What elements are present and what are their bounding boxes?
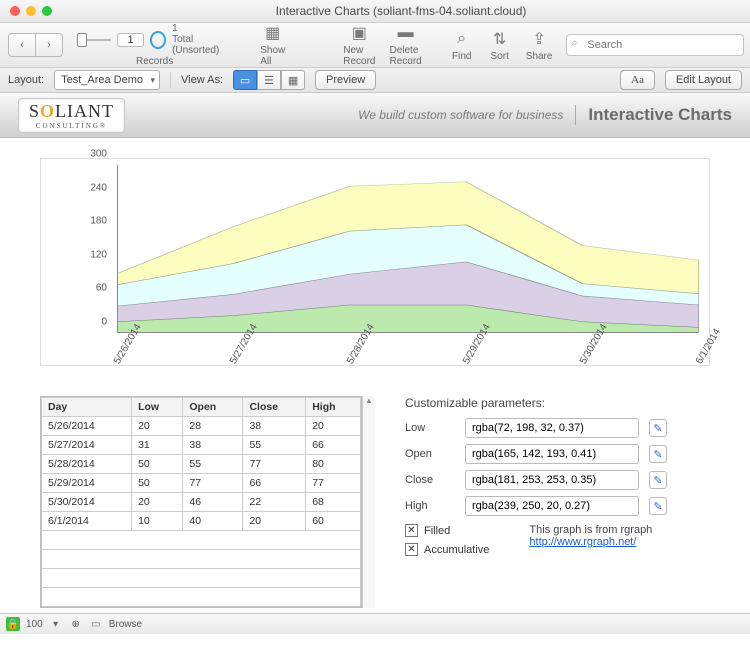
next-record-button[interactable]: ›: [36, 33, 63, 57]
table-header: Low: [132, 398, 183, 417]
param-close-label: Close: [405, 474, 455, 486]
preview-button[interactable]: Preview: [315, 70, 376, 90]
table-row[interactable]: 6/1/201410402060: [42, 512, 361, 531]
records-widget: 1 1 Total (Unsorted) Records: [77, 23, 232, 67]
soliant-logo: SOLIANT CONSULTING®: [18, 98, 125, 133]
text-format-button[interactable]: Aa: [620, 70, 655, 90]
table-row[interactable]: 5/26/201420283820: [42, 417, 361, 436]
show-all-button[interactable]: ▦ Show All: [260, 23, 285, 67]
window-titlebar: Interactive Charts (soliant-fms-04.solia…: [0, 0, 750, 23]
records-label: Records: [136, 56, 173, 67]
new-record-button[interactable]: ▣ New Record: [343, 23, 375, 67]
share-button[interactable]: ⇪ Share: [526, 29, 553, 62]
find-button[interactable]: ⌕ Find: [450, 29, 474, 62]
search-input[interactable]: [566, 34, 744, 56]
search-area: ⌕: [566, 34, 744, 56]
edit-layout-button[interactable]: Edit Layout: [665, 70, 742, 90]
data-table: DayLowOpenCloseHigh5/26/2014202838205/27…: [41, 397, 361, 607]
status-icon[interactable]: ▭: [89, 617, 103, 631]
close-window-button[interactable]: [10, 6, 20, 16]
delete-record-icon: ▬: [394, 23, 418, 43]
records-total-label: 1 Total (Unsorted): [172, 23, 232, 56]
credit-text: This graph is from rgraph http://www.rgr…: [529, 524, 652, 548]
view-list-button[interactable]: ☰: [257, 70, 281, 90]
table-row[interactable]: 5/29/201450776677: [42, 474, 361, 493]
zoom-level[interactable]: 100: [26, 619, 43, 630]
view-as-toggle: ▭ ☰ ▦: [233, 70, 305, 90]
show-all-icon: ▦: [261, 23, 285, 43]
eyedropper-icon[interactable]: ✎: [649, 497, 667, 515]
app-header: SOLIANT CONSULTING® We build custom soft…: [0, 93, 750, 138]
filled-checkbox[interactable]: ✕Filled: [405, 524, 489, 537]
layout-label: Layout:: [8, 74, 44, 86]
zoom-menu-icon[interactable]: ▾: [49, 617, 63, 631]
params-heading: Customizable parameters:: [405, 396, 710, 410]
main-toolbar: ‹ › 1 1 Total (Unsorted) Records ▦ Show …: [0, 23, 750, 68]
new-record-icon: ▣: [347, 23, 371, 43]
delete-record-button[interactable]: ▬ Delete Record: [389, 23, 421, 67]
eyedropper-icon[interactable]: ✎: [649, 471, 667, 489]
table-header: Close: [243, 398, 306, 417]
zoom-window-button[interactable]: [42, 6, 52, 16]
lock-icon[interactable]: 🔒: [6, 617, 20, 631]
table-row[interactable]: 5/27/201431385566: [42, 436, 361, 455]
eyedropper-icon[interactable]: ✎: [649, 419, 667, 437]
table-header: Day: [42, 398, 132, 417]
view-form-button[interactable]: ▭: [233, 70, 257, 90]
eyedropper-icon[interactable]: ✎: [649, 445, 667, 463]
find-icon: ⌕: [450, 29, 474, 49]
param-open-input[interactable]: [465, 444, 639, 464]
content-area: 060120180240300 5/26/20145/27/20145/28/2…: [0, 138, 750, 638]
table-header: High: [306, 398, 361, 417]
table-header: Open: [183, 398, 243, 417]
view-as-label: View As:: [181, 74, 223, 86]
layout-select[interactable]: Test_Area Demo: [54, 70, 160, 90]
sort-icon: ⇅: [488, 29, 512, 49]
tagline: We build custom software for business: [358, 108, 563, 122]
area-chart: 060120180240300 5/26/20145/27/20145/28/2…: [40, 158, 710, 366]
params-panel: Customizable parameters: Low ✎ Open ✎ Cl…: [405, 396, 710, 556]
sort-button[interactable]: ⇅ Sort: [488, 29, 512, 62]
record-nav-buttons: ‹ ›: [8, 33, 63, 57]
accumulative-checkbox[interactable]: ✕Accumulative: [405, 543, 489, 556]
chart-svg: [117, 165, 699, 333]
search-icon: ⌕: [571, 37, 577, 50]
param-open-label: Open: [405, 448, 455, 460]
prev-record-button[interactable]: ‹: [8, 33, 36, 57]
window-traffic-lights: [0, 6, 52, 16]
param-close-input[interactable]: [465, 470, 639, 490]
pie-status-icon: [150, 31, 166, 49]
mode-label: Browse: [109, 619, 142, 630]
table-scrollbar[interactable]: ▲: [362, 396, 375, 608]
app-title: Interactive Charts: [588, 105, 732, 125]
param-high-input[interactable]: [465, 496, 639, 516]
status-icon[interactable]: ⊕: [69, 617, 83, 631]
window-title: Interactive Charts (soliant-fms-04.solia…: [52, 4, 750, 18]
param-low-input[interactable]: [465, 418, 639, 438]
table-row[interactable]: 5/28/201450557780: [42, 455, 361, 474]
param-low-label: Low: [405, 422, 455, 434]
minimize-window-button[interactable]: [26, 6, 36, 16]
share-icon: ⇪: [527, 29, 551, 49]
layout-bar: Layout: Test_Area Demo View As: ▭ ☰ ▦ Pr…: [0, 68, 750, 93]
status-bar: 🔒 100 ▾ ⊕ ▭ Browse: [0, 613, 750, 634]
data-table-container: DayLowOpenCloseHigh5/26/2014202838205/27…: [40, 396, 375, 608]
table-row[interactable]: 5/30/201420462268: [42, 493, 361, 512]
record-number-field[interactable]: 1: [117, 33, 144, 47]
view-table-button[interactable]: ▦: [281, 70, 305, 90]
param-high-label: High: [405, 500, 455, 512]
record-slider[interactable]: [77, 39, 111, 41]
credit-link[interactable]: http://www.rgraph.net/: [529, 536, 636, 548]
